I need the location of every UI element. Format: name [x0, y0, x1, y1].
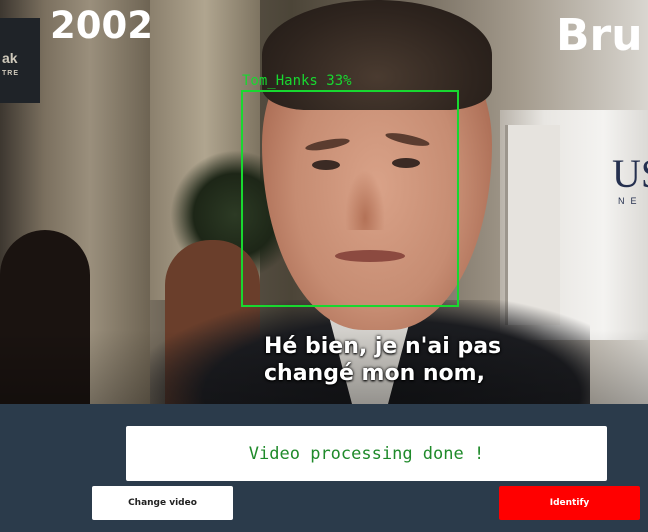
face-detection-box: [241, 90, 459, 307]
subtitle-line: changé mon nom,: [264, 361, 485, 386]
change-video-button[interactable]: Change video: [92, 486, 233, 520]
subtitle-line: Hé bien, je n'ai pas: [264, 334, 502, 359]
status-message: Video processing done !: [248, 443, 485, 464]
face-detection-label: Tom_Hanks 33%: [242, 73, 352, 89]
background-panel-text: US: [612, 151, 648, 196]
overlay-year: 2002: [50, 4, 153, 47]
video-frame: ak TRE US NE 2002 Bru Tom_Hanks 33% Hé b…: [0, 0, 648, 404]
status-message-box: Video processing done !: [126, 426, 607, 481]
identify-button[interactable]: Identify: [499, 486, 640, 520]
background-panel-edge: [505, 125, 560, 325]
video-subtitle: Hé bien, je n'ai pas changé mon nom,: [264, 333, 501, 387]
background-panel-subtext: NE: [618, 196, 643, 206]
background-sign: ak TRE: [0, 18, 40, 103]
overlay-brand: Bru: [556, 10, 643, 61]
